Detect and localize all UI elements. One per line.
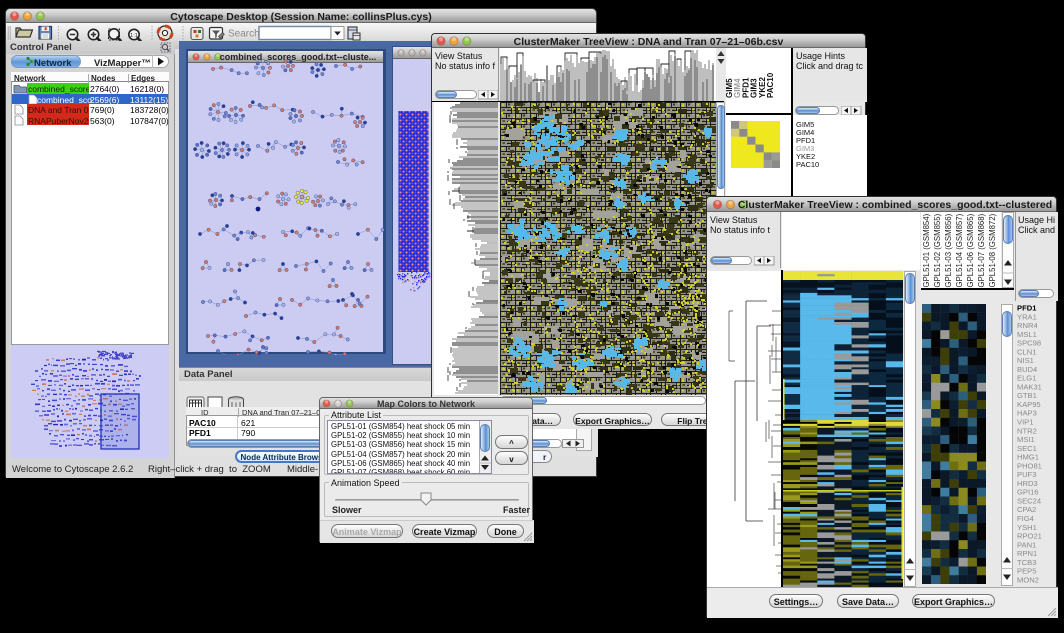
svg-text:NTR2: NTR2 bbox=[1017, 426, 1037, 435]
svg-text:MSI1: MSI1 bbox=[1017, 435, 1035, 444]
svg-text:YRA1: YRA1 bbox=[1017, 312, 1037, 321]
svg-text:PAC10: PAC10 bbox=[766, 72, 775, 98]
svg-text:PEP5: PEP5 bbox=[1017, 567, 1036, 576]
svg-text:YSH1: YSH1 bbox=[1017, 523, 1037, 532]
svg-text:KAP95: KAP95 bbox=[1017, 400, 1041, 409]
svg-text:PHO81: PHO81 bbox=[1017, 461, 1042, 470]
svg-text:FIG4: FIG4 bbox=[1017, 514, 1034, 523]
svg-text:MSL1: MSL1 bbox=[1017, 330, 1037, 339]
svg-text:CLN1: CLN1 bbox=[1017, 347, 1036, 356]
svg-text:GPI16: GPI16 bbox=[1017, 488, 1039, 497]
svg-text:CPA2: CPA2 bbox=[1017, 505, 1036, 514]
svg-text:BUD4: BUD4 bbox=[1017, 365, 1037, 374]
svg-text:SPC98: SPC98 bbox=[1017, 339, 1041, 348]
svg-text:HMG1: HMG1 bbox=[1017, 453, 1039, 462]
svg-text:PUF3: PUF3 bbox=[1017, 470, 1036, 479]
svg-text:SEC1: SEC1 bbox=[1017, 444, 1037, 453]
svg-text:ELG1: ELG1 bbox=[1017, 374, 1036, 383]
svg-text:SEC24: SEC24 bbox=[1017, 496, 1041, 505]
svg-text:Search:: Search: bbox=[228, 29, 262, 40]
svg-text:RPN1: RPN1 bbox=[1017, 549, 1037, 558]
svg-text:PFD1: PFD1 bbox=[1017, 304, 1037, 313]
svg-text:MON2: MON2 bbox=[1017, 575, 1039, 584]
svg-text:TCB3: TCB3 bbox=[1017, 558, 1036, 567]
svg-text:HAP3: HAP3 bbox=[1017, 409, 1037, 418]
svg-text:VIP1: VIP1 bbox=[1017, 418, 1033, 427]
svg-text:HRD3: HRD3 bbox=[1017, 479, 1038, 488]
svg-text:1:1: 1:1 bbox=[130, 33, 138, 39]
svg-text:RNR4: RNR4 bbox=[1017, 321, 1038, 330]
svg-text:GTB1: GTB1 bbox=[1017, 391, 1037, 400]
svg-text:NIS1: NIS1 bbox=[1017, 356, 1034, 365]
svg-text:PAN1: PAN1 bbox=[1017, 540, 1036, 549]
svg-text:MAK31: MAK31 bbox=[1017, 382, 1042, 391]
svg-text:RPO21: RPO21 bbox=[1017, 532, 1042, 541]
